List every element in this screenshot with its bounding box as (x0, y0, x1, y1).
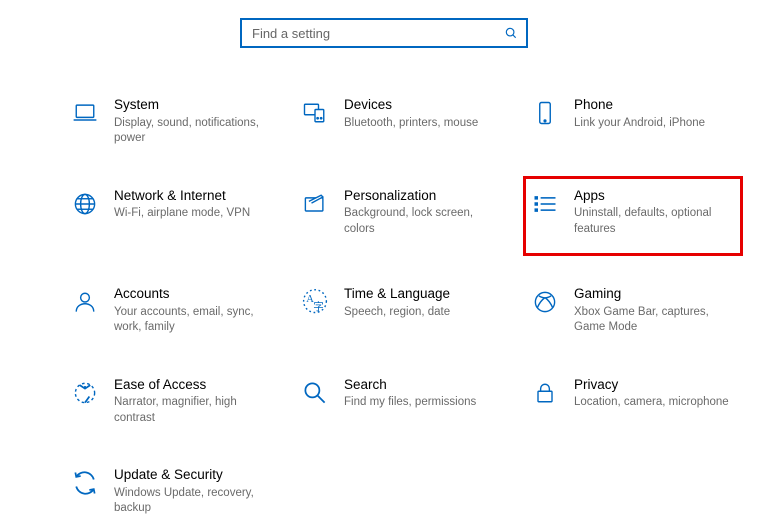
sync-icon (70, 468, 100, 498)
settings-grid: System Display, sound, notifications, po… (68, 90, 718, 523)
category-gaming[interactable]: Gaming Xbox Game Bar, captures, Game Mod… (528, 279, 738, 342)
devices-icon (300, 98, 330, 128)
category-desc: Bluetooth, printers, mouse (344, 116, 478, 132)
category-title: Devices (344, 96, 478, 114)
category-desc: Find my files, permissions (344, 395, 476, 411)
category-network[interactable]: Network & Internet Wi-Fi, airplane mode,… (68, 181, 278, 252)
search-box[interactable] (240, 18, 528, 48)
category-title: Search (344, 376, 476, 394)
category-phone[interactable]: Phone Link your Android, iPhone (528, 90, 738, 153)
search-category-icon (300, 378, 330, 408)
category-personalization[interactable]: Personalization Background, lock screen,… (298, 181, 508, 252)
category-desc: Location, camera, microphone (574, 395, 729, 411)
category-title: Personalization (344, 187, 500, 205)
category-title: Apps (574, 187, 730, 205)
category-search[interactable]: Search Find my files, permissions (298, 370, 508, 433)
person-icon (70, 287, 100, 317)
category-apps[interactable]: Apps Uninstall, defaults, optional featu… (528, 181, 738, 252)
category-time-language[interactable]: A 字 Time & Language Speech, region, date (298, 279, 508, 342)
category-desc: Xbox Game Bar, captures, Game Mode (574, 305, 730, 336)
category-desc: Display, sound, notifications, power (114, 116, 270, 147)
category-desc: Wi-Fi, airplane mode, VPN (114, 206, 250, 222)
category-desc: Your accounts, email, sync, work, family (114, 305, 270, 336)
search-input[interactable] (250, 25, 504, 42)
globe-icon (70, 189, 100, 219)
category-title: Update & Security (114, 466, 270, 484)
category-privacy[interactable]: Privacy Location, camera, microphone (528, 370, 738, 433)
lock-icon (530, 378, 560, 408)
category-title: Phone (574, 96, 705, 114)
category-desc: Windows Update, recovery, backup (114, 486, 270, 517)
svg-text:字: 字 (313, 300, 324, 313)
category-title: Ease of Access (114, 376, 270, 394)
category-accounts[interactable]: Accounts Your accounts, email, sync, wor… (68, 279, 278, 342)
category-title: Privacy (574, 376, 729, 394)
category-desc: Narrator, magnifier, high contrast (114, 395, 270, 426)
category-devices[interactable]: Devices Bluetooth, printers, mouse (298, 90, 508, 153)
category-title: Time & Language (344, 285, 450, 303)
category-desc: Link your Android, iPhone (574, 116, 705, 132)
category-update-security[interactable]: Update & Security Windows Update, recove… (68, 460, 278, 523)
category-ease-of-access[interactable]: Ease of Access Narrator, magnifier, high… (68, 370, 278, 433)
ease-of-access-icon (70, 378, 100, 408)
category-title: Gaming (574, 285, 730, 303)
xbox-icon (530, 287, 560, 317)
apps-list-icon (530, 189, 560, 219)
laptop-icon (70, 98, 100, 128)
category-system[interactable]: System Display, sound, notifications, po… (68, 90, 278, 153)
category-title: System (114, 96, 270, 114)
category-title: Network & Internet (114, 187, 250, 205)
category-title: Accounts (114, 285, 270, 303)
paint-icon (300, 189, 330, 219)
language-icon: A 字 (300, 287, 330, 317)
phone-icon (530, 98, 560, 128)
category-desc: Background, lock screen, colors (344, 206, 500, 237)
category-desc: Speech, region, date (344, 305, 450, 321)
category-desc: Uninstall, defaults, optional features (574, 206, 730, 237)
search-icon (504, 26, 518, 40)
